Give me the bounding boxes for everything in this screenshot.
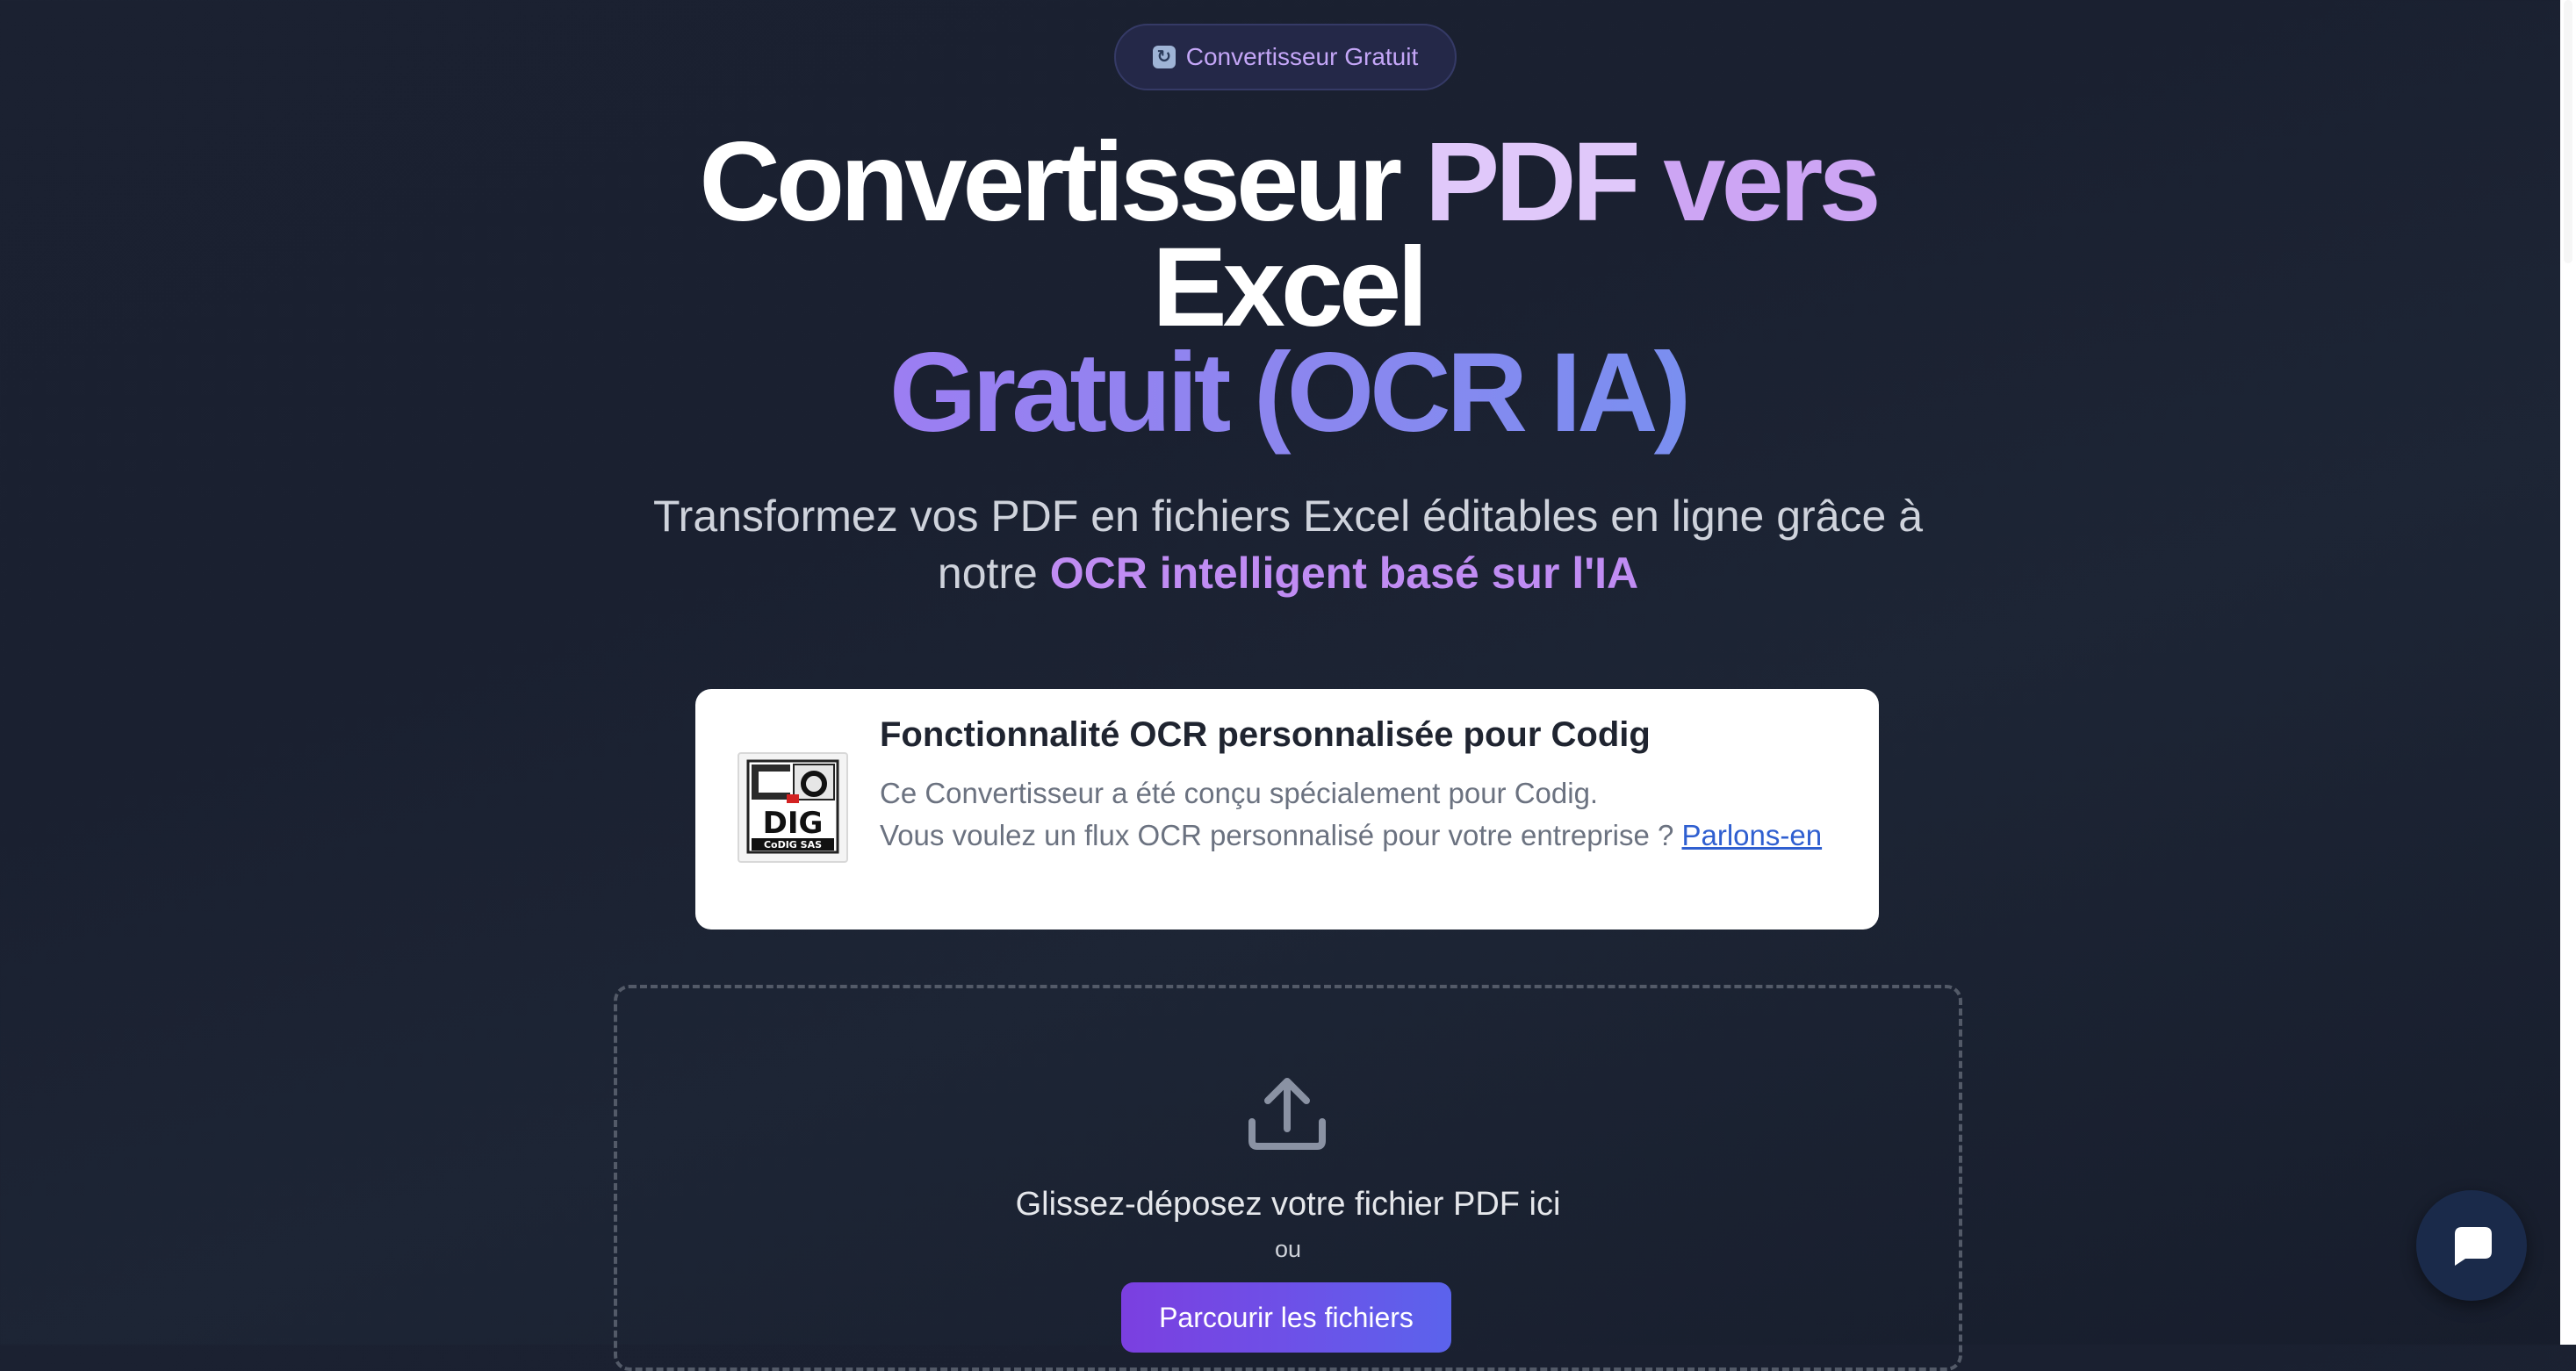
badge-label: Convertisseur Gratuit	[1185, 43, 1419, 70]
title-free-ocr: Gratuit (OCR IA)	[889, 330, 1691, 456]
drop-or-text: ou	[1274, 1236, 1302, 1262]
title-line-3: Gratuit (OCR IA)	[410, 337, 2166, 449]
upload-icon	[1248, 1078, 1326, 1150]
page: ↻ Convertisseur Gratuit Convertisseur PD…	[0, 0, 2576, 1371]
scrollbar-thumb[interactable]	[2564, 0, 2572, 263]
custom-ocr-card: DIG CoDIG SAS Fonctionnalité OCR personn…	[695, 689, 1879, 930]
subtitle-text-1: Transformez vos PDF en fichiers Excel éd…	[652, 492, 1924, 541]
title-line-1: Convertisseur PDF vers	[410, 126, 2166, 239]
hero-subtitle: Transformez vos PDF en fichiers Excel éd…	[586, 488, 1990, 602]
drop-instruction: Glissez-déposez votre fichier PDF ici	[1015, 1186, 1561, 1223]
svg-text:DIG: DIG	[763, 806, 824, 841]
page-scrollbar[interactable]	[2560, 0, 2576, 1345]
chat-bubble-icon	[2455, 1227, 2492, 1266]
title-word-excel: Excel	[1152, 225, 1428, 350]
subtitle-highlight: OCR intelligent basé sur l'IA	[1049, 549, 1639, 598]
codig-logo: DIG CoDIG SAS	[738, 752, 848, 863]
card-description: Ce Convertisseur a été conçu spécialemen…	[880, 772, 1854, 857]
refresh-icon: ↻	[1152, 46, 1176, 68]
contact-link[interactable]: Parlons-en	[1682, 819, 1823, 851]
card-text-line-1: Ce Convertisseur a été conçu spécialemen…	[880, 777, 1599, 809]
subtitle-text-2: notre	[937, 549, 1038, 598]
chat-button[interactable]	[2416, 1190, 2527, 1301]
browse-files-button[interactable]: Parcourir les fichiers	[1121, 1282, 1451, 1353]
page-title: Convertisseur PDF vers Excel Gratuit (OC…	[410, 126, 2166, 449]
title-word-pdf: PDF	[1424, 119, 1641, 245]
card-text-line-2: Vous voulez un flux OCR personnalisé pou…	[880, 819, 1674, 851]
converter-badge: ↻ Convertisseur Gratuit	[1114, 24, 1457, 90]
codig-logo-graphic: DIG CoDIG SAS	[746, 759, 839, 854]
card-title: Fonctionnalité OCR personnalisée pour Co…	[880, 715, 1651, 754]
codig-logo-caption: CoDIG SAS	[764, 839, 822, 851]
title-word-vers: vers	[1663, 119, 1881, 245]
